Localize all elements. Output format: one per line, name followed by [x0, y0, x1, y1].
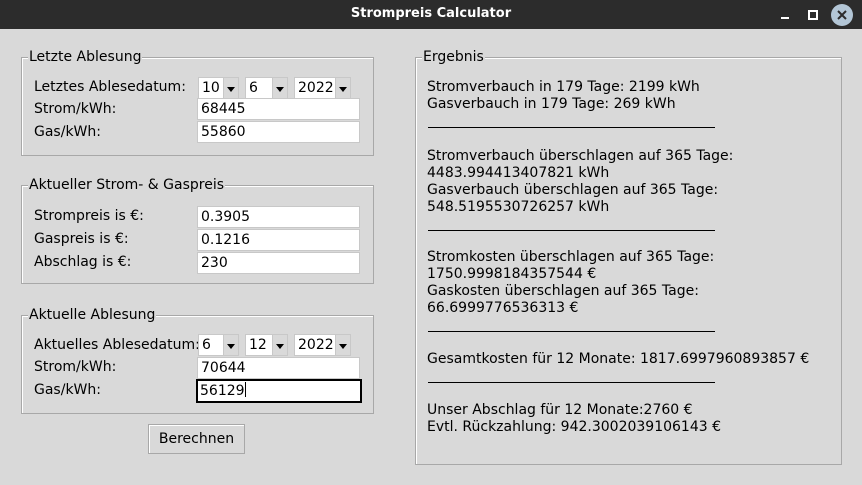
group-legend: Letzte Ablesung [28, 49, 143, 65]
last-month-select[interactable]: 6 [245, 77, 288, 99]
result-text: Stromverbauch in 179 Tage: 2199 kWh [427, 79, 700, 95]
last-strom-input[interactable]: 68445 [197, 98, 360, 120]
chevron-down-icon[interactable] [272, 335, 287, 355]
current-day-select[interactable]: 6 [198, 334, 239, 356]
calculate-button[interactable]: Berechnen [148, 424, 245, 454]
last-date-label: Letztes Ablesedatum: [34, 79, 186, 95]
chevron-down-icon[interactable] [223, 78, 238, 98]
last-year-select[interactable]: 2022 [294, 77, 351, 99]
result-text: Gasverbauch in 179 Tage: 269 kWh [427, 96, 676, 112]
current-month-select[interactable]: 12 [245, 334, 288, 356]
chevron-down-icon[interactable] [335, 335, 350, 355]
gaspreis-input[interactable]: 0.1216 [197, 229, 360, 251]
strompreis-label: Strompreis is €: [34, 208, 144, 224]
current-year-select[interactable]: 2022 [294, 334, 351, 356]
window-title: Strompreis Calculator [350, 6, 512, 21]
result-divider [428, 382, 715, 383]
current-month-value: 12 [249, 337, 267, 353]
current-day-value: 6 [202, 337, 211, 353]
chevron-down-icon[interactable] [223, 335, 238, 355]
strompreis-input[interactable]: 0.3905 [197, 206, 360, 228]
abschlag-input[interactable]: 230 [197, 252, 360, 274]
last-day-value: 10 [202, 80, 220, 96]
close-button[interactable] [831, 4, 853, 26]
close-icon [837, 10, 847, 20]
current-strom-input[interactable]: 70644 [197, 357, 360, 379]
current-strom-label: Strom/kWh: [34, 359, 117, 375]
last-strom-label: Strom/kWh: [34, 101, 117, 117]
result-text: Unser Abschlag für 12 Monate:2760 € [427, 402, 693, 418]
current-date-label: Aktuelles Ablesedatum: [34, 337, 200, 353]
result-text: Evtl. Rückzahlung: 942.3002039106143 € [427, 419, 721, 435]
current-gas-label: Gas/kWh: [34, 382, 101, 398]
group-legend: Aktueller Strom- & Gaspreis [28, 177, 226, 193]
result-text: 548.5195530726257 kWh [427, 199, 610, 215]
chevron-down-icon[interactable] [272, 78, 287, 98]
result-text: Gaskosten überschlagen auf 365 Tage: [427, 283, 699, 299]
result-text: Gasverbauch überschlagen auf 365 Tage: [427, 182, 719, 198]
maximize-button[interactable] [803, 5, 823, 25]
result-text: 66.6999776536313 € [427, 300, 579, 316]
result-text: 1750.9998184357544 € [427, 266, 597, 282]
last-gas-input[interactable]: 55860 [197, 121, 360, 143]
result-text: 4483.994413407821 kWh [427, 165, 610, 181]
current-year-value: 2022 [298, 337, 334, 353]
last-month-value: 6 [249, 80, 258, 96]
result-divider [428, 331, 715, 332]
result-divider [428, 127, 715, 128]
last-year-value: 2022 [298, 80, 334, 96]
abschlag-label: Abschlag is €: [34, 254, 132, 270]
maximize-icon [808, 10, 818, 20]
last-gas-label: Gas/kWh: [34, 124, 101, 140]
minimize-icon [781, 17, 789, 19]
result-text: Gesamtkosten für 12 Monate: 1817.6997960… [427, 351, 810, 367]
minimize-button[interactable] [775, 5, 795, 25]
group-legend: Aktuelle Ablesung [28, 307, 157, 323]
last-day-select[interactable]: 10 [198, 77, 239, 99]
title-bar: Strompreis Calculator [0, 0, 862, 29]
current-gas-input[interactable]: 56129 [196, 379, 362, 403]
text-cursor [244, 382, 246, 397]
result-text: Stromkosten überschlagen auf 365 Tage: [427, 249, 715, 265]
current-gas-value: 56129 [200, 383, 245, 399]
gaspreis-label: Gaspreis is €: [34, 231, 129, 247]
group-legend: Ergebnis [422, 49, 485, 65]
result-divider [428, 230, 715, 231]
result-text: Stromverbauch überschlagen auf 365 Tage: [427, 148, 734, 164]
chevron-down-icon[interactable] [335, 78, 350, 98]
